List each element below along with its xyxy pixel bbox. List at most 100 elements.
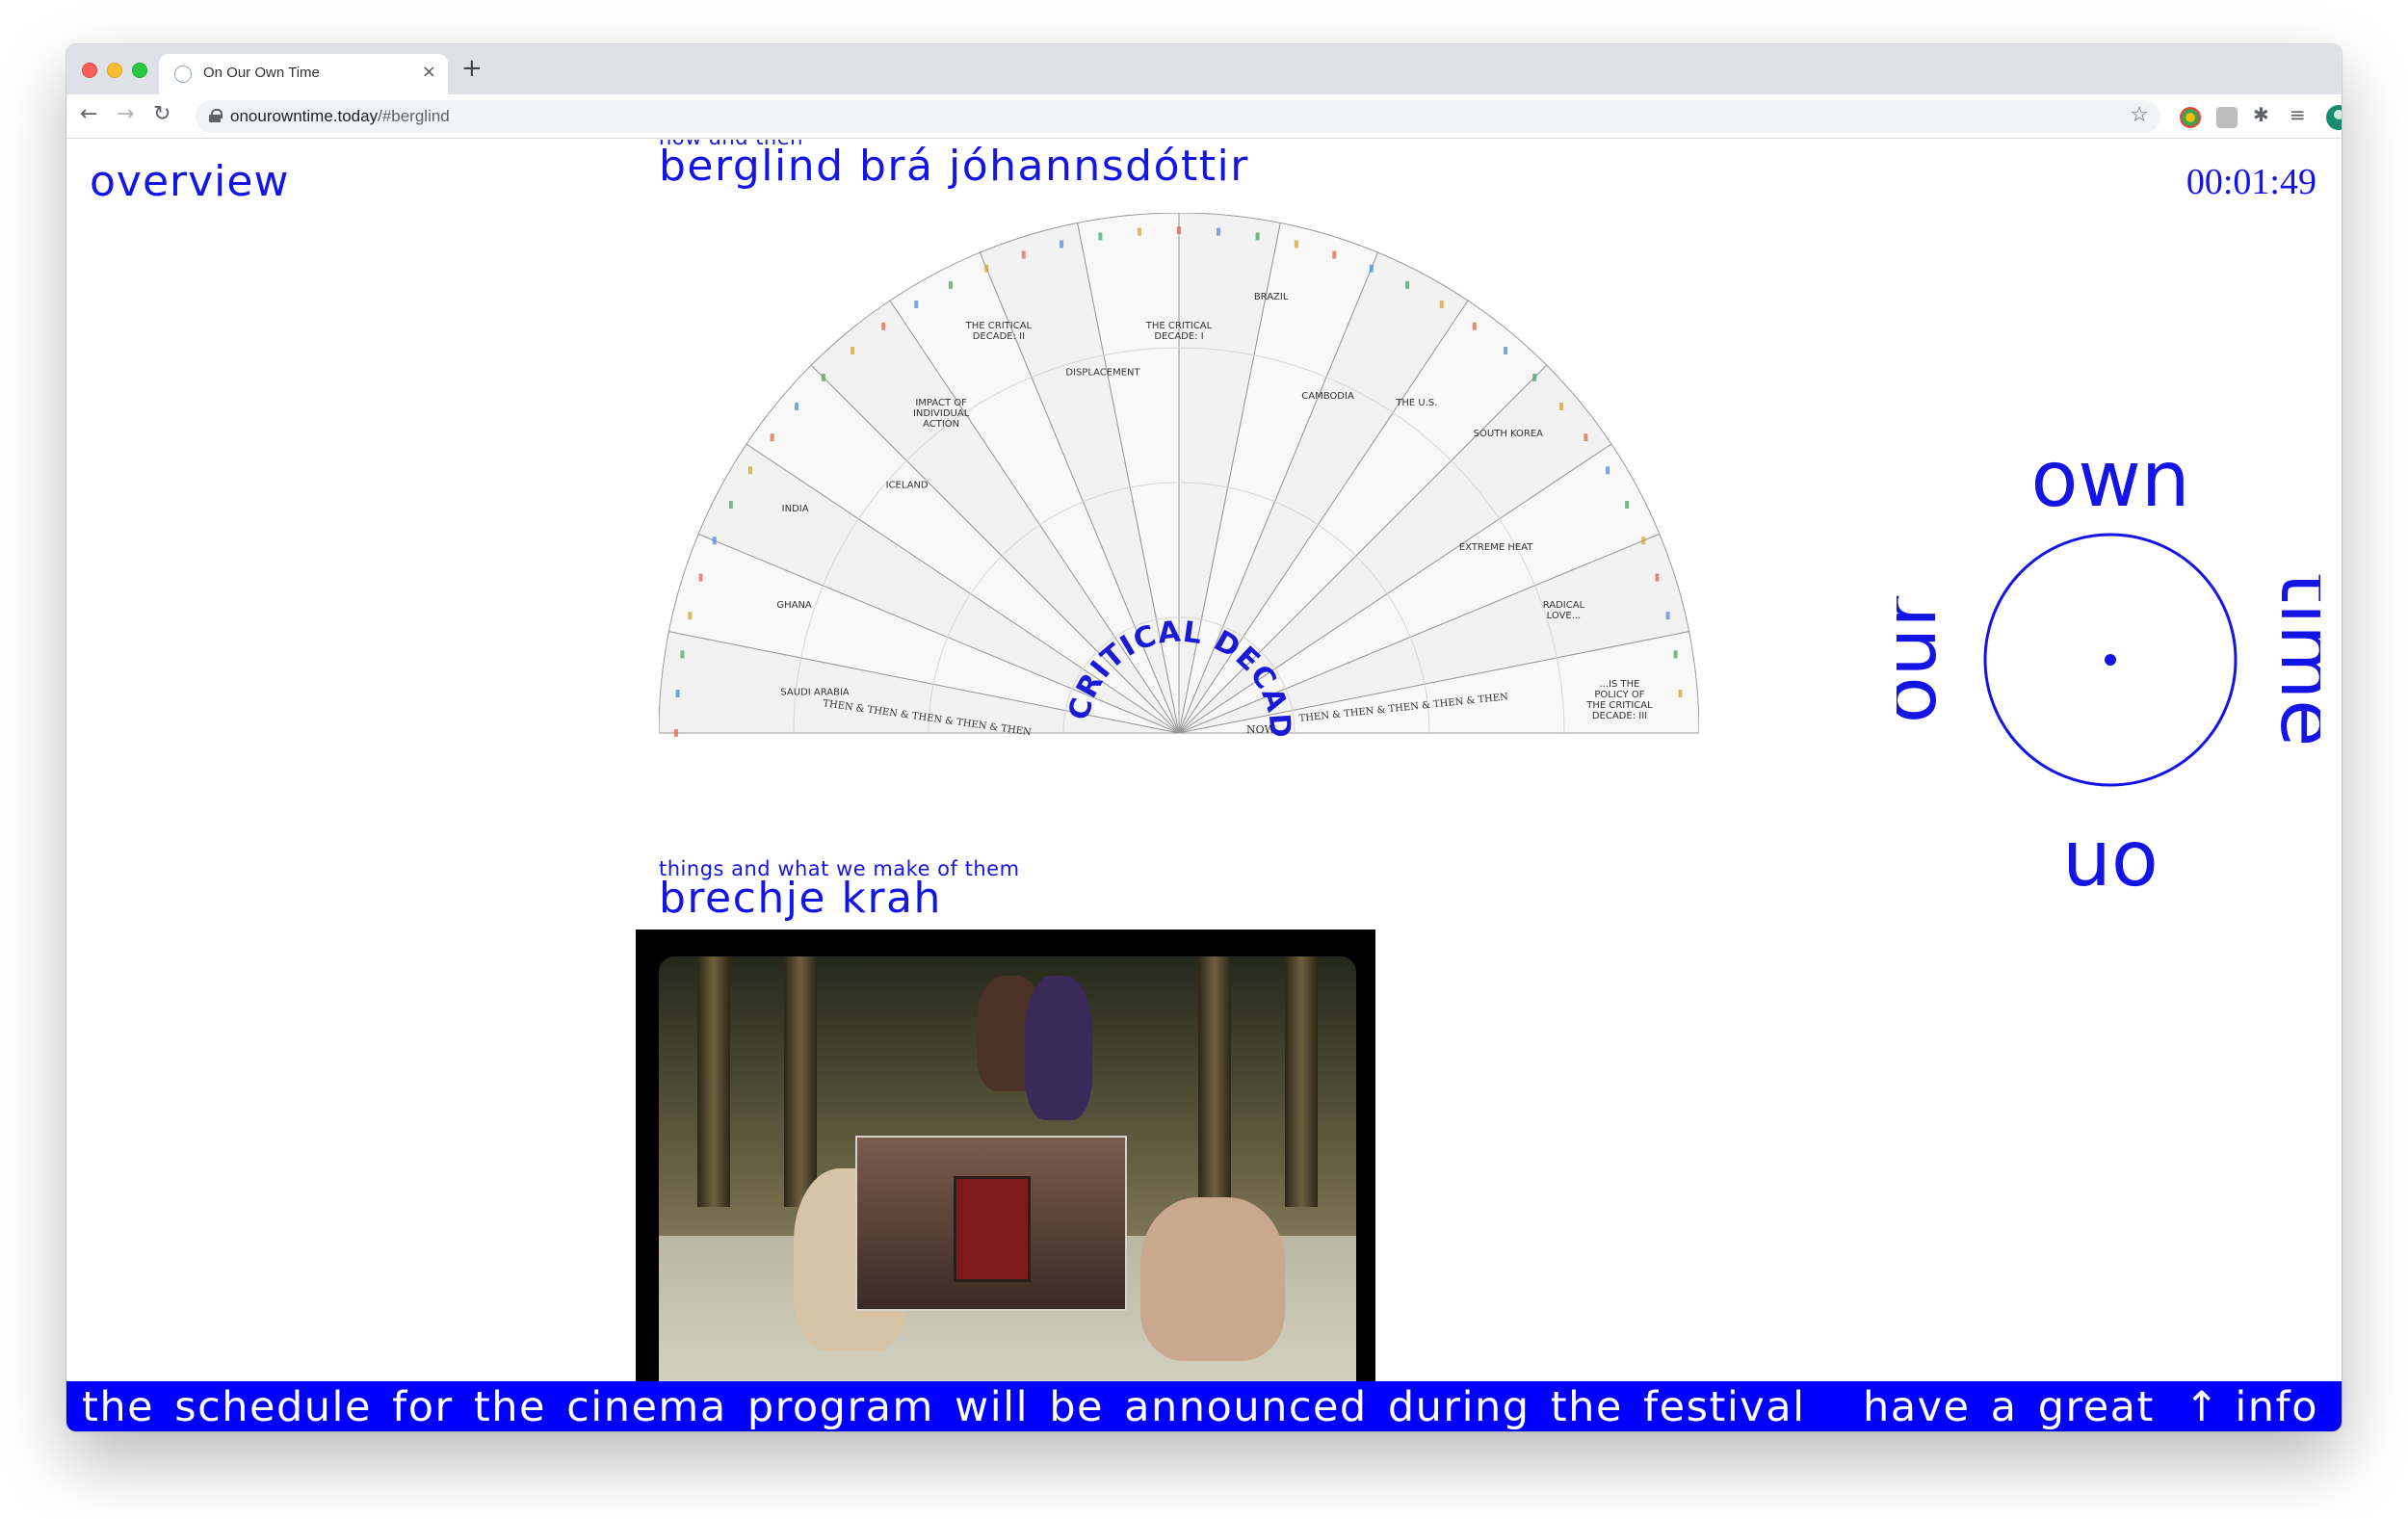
video-inset-door [954,1176,1031,1282]
fan-rim-mark [1404,280,1409,289]
extension-chrome-icon[interactable] [2180,107,2201,128]
fan-rim-mark [1472,322,1477,330]
fan-region-label: INDIA [782,504,809,514]
bookmark-star-icon[interactable]: ☆ [2130,103,2149,127]
critical-decade-fan-artwork[interactable]: SAUDI ARABIA GHANA INDIA ICELAND IMPACT OF IN… [648,187,1700,743]
fan-region-label: DISPLACEMENT [1065,367,1140,378]
fan-region-label: EXTREME HEAT [1459,542,1533,553]
video-figure [1140,1197,1285,1361]
tab-strip: On Our Own Time × + [66,44,2342,94]
lock-icon[interactable] [209,109,222,122]
fan-rim-mark [675,690,680,698]
fan-region-label: GHANA [776,600,812,611]
fan-region-label: THE CRITICAL [965,321,1033,331]
fan-region-label: RADICAL [1543,600,1585,611]
fan-rim-mark [698,573,703,582]
announcement-ticker: the schedule for the cinema program will… [66,1381,2342,1431]
back-arrow-icon[interactable]: ← [80,102,97,126]
fan-region-label: SAUDI ARABIA [780,687,850,697]
fan-rim-mark [1641,537,1646,545]
ticker-message: the schedule for the cinema program will… [82,1383,1806,1431]
fan-rim-mark [1665,612,1670,620]
fan-rim-mark [1678,690,1683,698]
logo-word-left: our [1897,596,1953,724]
info-button[interactable]: ↑ info [2170,1383,2318,1431]
favicon-icon [174,65,192,83]
logo-clock-dot [2105,654,2116,666]
fan-rim-mark [1021,250,1026,259]
fan-rim-mark [850,347,854,355]
fan-rim-mark [674,729,678,737]
fan-rim-mark [1369,264,1374,273]
fan-region-label: SOUTH KOREA [1474,429,1543,439]
video-figure [1025,976,1092,1120]
fan-rim-mark [795,402,799,410]
project-title-berglind[interactable]: berglind brá jóhannsdóttir [659,142,1249,191]
fan-rim-mark [881,322,886,330]
fan-region-label: ACTION [923,419,959,430]
logo-word-top: own [2030,434,2189,524]
fan-region-label: THE CRITICAL [1585,700,1653,711]
fan-region-label: DECADE: II [973,331,1025,342]
address-bar[interactable]: onourowntime.today/#berglind ☆ [196,100,2160,133]
fan-rim-mark [1558,402,1563,410]
extension-generic-icon[interactable] [2216,107,2238,128]
url-text[interactable]: onourowntime.today/#berglind [230,107,450,126]
video-pillar [784,956,817,1207]
profile-avatar[interactable] [2326,105,2342,130]
tab-title: On Our Own Time [203,65,320,81]
project-title-brechje[interactable]: brechje krah [659,874,942,923]
fan-rim-mark [1332,250,1337,259]
fan-rim-mark [1216,227,1220,236]
fan-rim-mark [728,501,733,510]
fan-rim-mark [1294,240,1298,249]
fan-region-label: INDIVIDUAL [913,408,970,419]
maximize-window-button[interactable] [132,63,147,78]
fan-rim-mark [1584,433,1588,442]
fan-region-label: IMPACT OF [915,398,967,408]
fan-region-label: BRAZIL [1254,292,1289,302]
fan-rim-mark [949,280,954,289]
fan-region-label: POLICY OF [1594,690,1644,700]
reload-icon[interactable]: ↻ [153,102,170,126]
fan-rim-mark [1439,300,1444,308]
fan-region-label: THE CRITICAL [1145,321,1213,331]
browser-window: On Our Own Time × + ← → ↻ onourowntime.t… [66,44,2342,1431]
fan-rim-mark [770,433,774,442]
minimize-window-button[interactable] [107,63,122,78]
fan-rim-mark [1177,226,1181,234]
fan-rim-mark [1532,373,1537,381]
fan-region-label: THE U.S. [1395,398,1437,408]
new-tab-button[interactable]: + [461,54,483,83]
fan-rim-mark [1673,650,1678,659]
close-tab-icon[interactable]: × [422,62,436,82]
ticker-message-2: have a great [1863,1383,2155,1431]
clock-readout: 00:01:49 [2186,162,2316,202]
media-control-icon[interactable]: ≡ [2290,103,2311,126]
fan-region-label: ICELAND [886,481,929,491]
forward-arrow-icon[interactable]: → [117,102,134,126]
browser-tab[interactable]: On Our Own Time × [159,54,448,94]
fan-rim-mark [984,264,989,273]
video-pillar [697,956,730,1207]
fan-rim-mark [712,537,717,545]
extensions-puzzle-icon[interactable]: ✱ [2253,103,2274,126]
logo-word-right: time [2264,573,2320,747]
close-window-button[interactable] [82,63,97,78]
overview-link[interactable]: overview [90,157,289,206]
project-video-still[interactable] [636,930,1375,1382]
fan-region-label: ...IS THE [1599,679,1639,690]
logo-word-bottom: on [2062,825,2159,891]
fan-rim-mark [914,300,919,308]
fan-rim-mark [1625,501,1630,510]
fan-rim-mark [688,612,693,620]
fan-rim-mark [1255,232,1260,241]
fan-rim-mark [821,373,825,381]
on-our-own-time-logo[interactable]: own time on our [1897,429,2320,891]
fan-chart-svg: SAUDI ARABIA GHANA INDIA ICELAND IMPACT OFIN… [648,187,1700,740]
fan-rim-mark [1606,466,1610,475]
fan-rim-mark [680,650,685,659]
video-pillar [1198,956,1231,1207]
video-inset-room [855,1136,1127,1311]
fan-rim-mark [1655,573,1660,582]
